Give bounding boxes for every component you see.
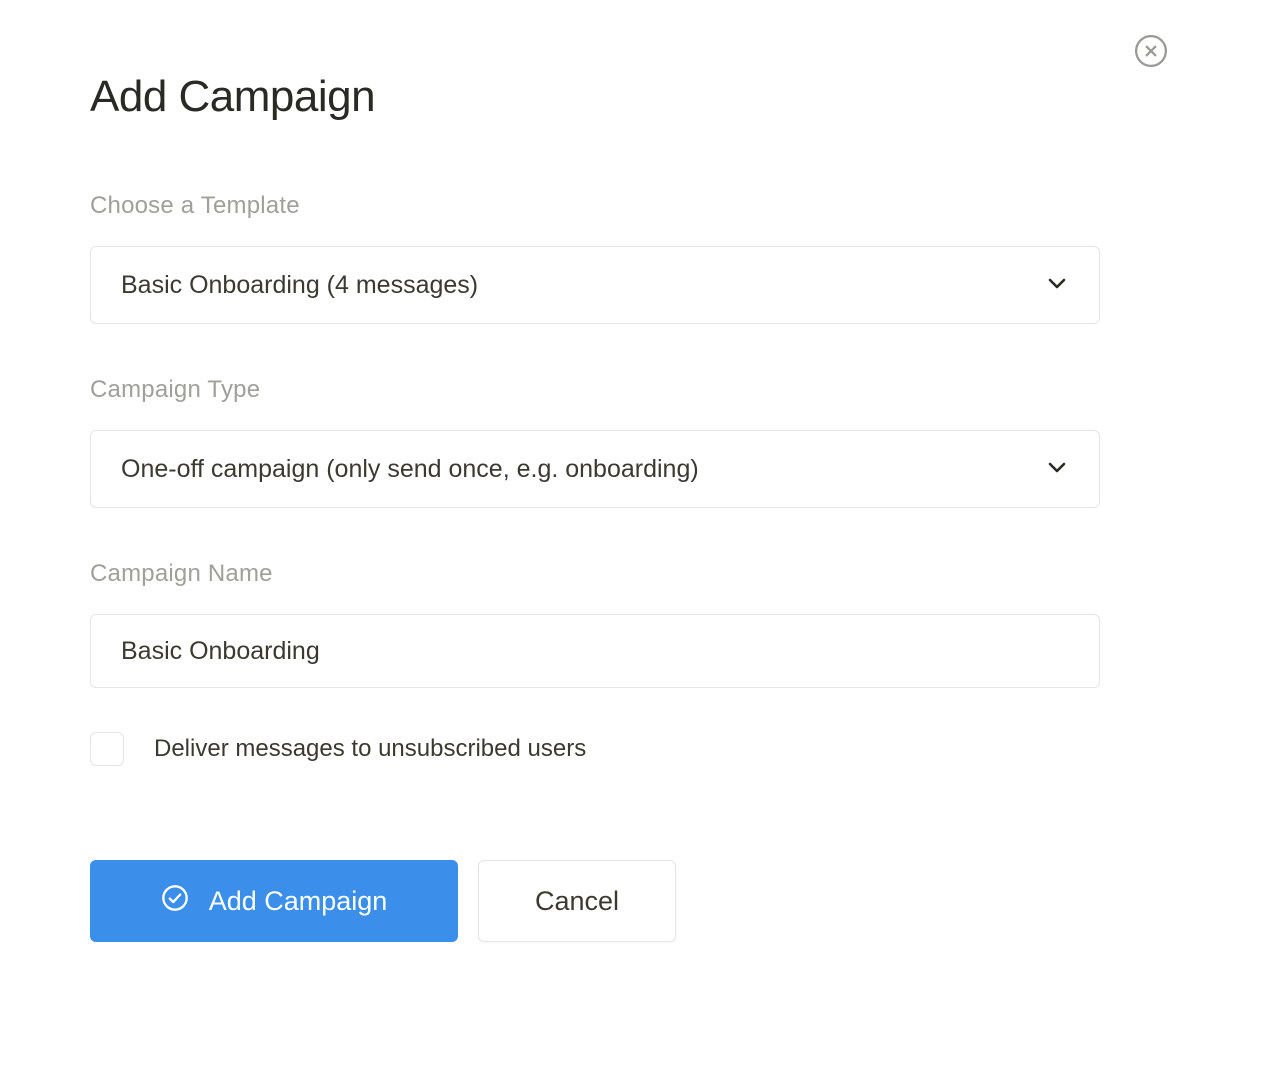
add-campaign-button[interactable]: Add Campaign	[90, 860, 458, 942]
deliver-unsubscribed-group: Deliver messages to unsubscribed users	[90, 732, 1196, 766]
cancel-button-label: Cancel	[535, 886, 619, 917]
template-select[interactable]: Basic Onboarding (4 messages)	[90, 246, 1100, 324]
cancel-button[interactable]: Cancel	[478, 860, 676, 942]
add-campaign-button-label: Add Campaign	[209, 886, 388, 917]
template-select-value: Basic Onboarding (4 messages)	[121, 271, 478, 300]
chevron-down-icon	[1045, 271, 1069, 300]
modal-title: Add Campaign	[90, 72, 1196, 122]
deliver-unsubscribed-label: Deliver messages to unsubscribed users	[154, 735, 586, 763]
campaign-name-input[interactable]	[90, 614, 1100, 688]
chevron-down-icon	[1045, 455, 1069, 484]
close-icon	[1134, 34, 1168, 73]
check-circle-icon	[161, 884, 189, 919]
campaign-type-field-group: Campaign Type One-off campaign (only sen…	[90, 376, 1196, 508]
deliver-unsubscribed-checkbox[interactable]	[90, 732, 124, 766]
campaign-type-label: Campaign Type	[90, 376, 1196, 404]
campaign-type-select-value: One-off campaign (only send once, e.g. o…	[121, 455, 699, 484]
close-button[interactable]	[1134, 36, 1168, 70]
add-campaign-modal: Add Campaign Choose a Template Basic Onb…	[0, 0, 1286, 942]
campaign-name-label: Campaign Name	[90, 560, 1196, 588]
campaign-name-field-group: Campaign Name	[90, 560, 1196, 688]
button-row: Add Campaign Cancel	[90, 860, 1196, 942]
template-label: Choose a Template	[90, 192, 1196, 220]
campaign-type-select[interactable]: One-off campaign (only send once, e.g. o…	[90, 430, 1100, 508]
template-field-group: Choose a Template Basic Onboarding (4 me…	[90, 192, 1196, 324]
